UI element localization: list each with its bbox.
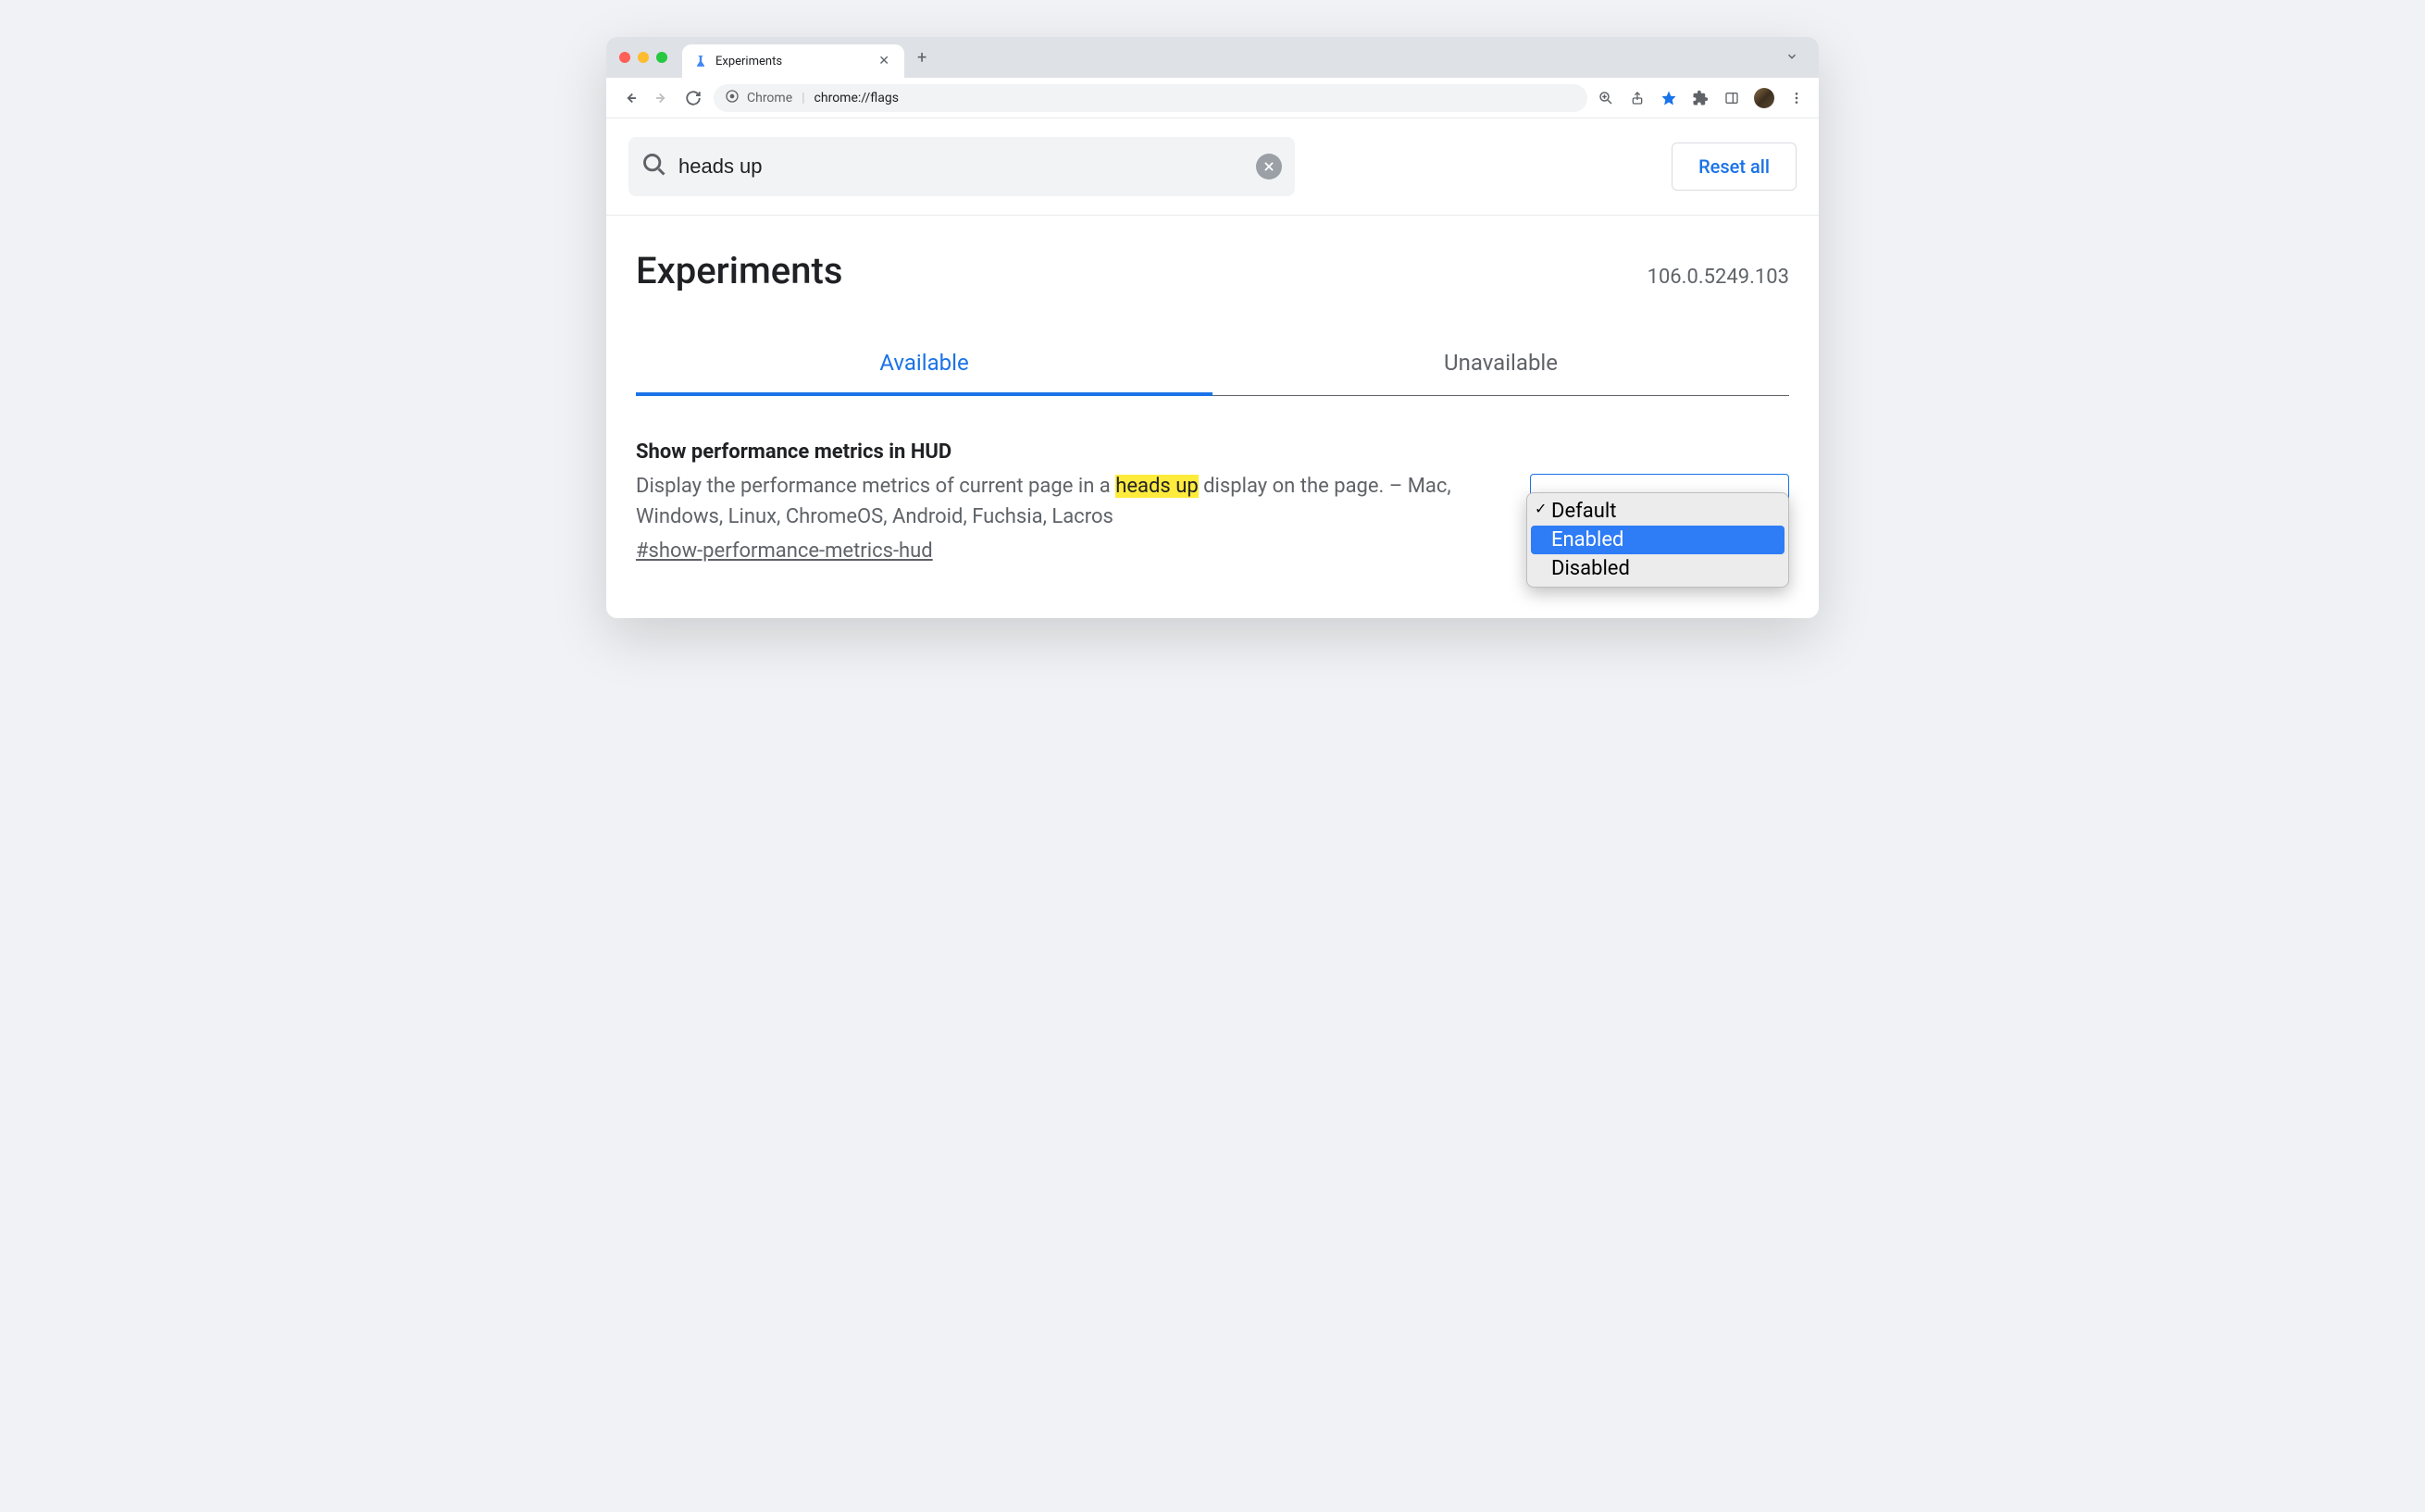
dropdown-option-default-label: Default [1551, 500, 1616, 523]
flag-description: Display the performance metrics of curre… [636, 471, 1493, 532]
version-label: 106.0.5249.103 [1648, 266, 1789, 289]
flask-icon [693, 54, 708, 68]
dropdown-menu: Default Enabled Disabled [1526, 492, 1789, 588]
new-tab-button[interactable]: + [912, 43, 932, 73]
reload-button[interactable] [682, 87, 704, 109]
chrome-icon [725, 89, 740, 107]
flag-desc-highlight: heads up [1115, 475, 1198, 498]
search-input[interactable] [678, 155, 1245, 179]
flag-item: Show performance metrics in HUD Display … [636, 440, 1789, 563]
tab-unavailable-label: Unavailable [1444, 350, 1558, 376]
search-box[interactable] [628, 137, 1295, 196]
flag-control: Default Enabled Disabled [1530, 440, 1789, 563]
omnibox-chrome-label: Chrome [747, 91, 792, 105]
page-title: Experiments [636, 249, 842, 292]
dropdown-option-enabled-label: Enabled [1551, 528, 1623, 552]
menu-dots-icon[interactable] [1787, 89, 1806, 107]
minimize-window-button[interactable] [638, 52, 649, 63]
tab-unavailable[interactable]: Unavailable [1212, 337, 1789, 395]
flag-title: Show performance metrics in HUD [636, 440, 1493, 464]
extensions-icon[interactable] [1691, 89, 1710, 107]
flag-text: Show performance metrics in HUD Display … [636, 440, 1493, 563]
omnibox-separator: | [800, 91, 806, 105]
tab-title: Experiments [715, 55, 867, 68]
dropdown-option-disabled-label: Disabled [1551, 557, 1630, 580]
toolbar: Chrome | chrome://flags [606, 78, 1819, 118]
page-body: Experiments 106.0.5249.103 Available Una… [606, 216, 1819, 618]
browser-window: Experiments ✕ + Chrome | chrome://flags [606, 37, 1819, 618]
tab-strip: Experiments ✕ + [606, 37, 1819, 78]
flag-desc-pre: Display the performance metrics of curre… [636, 475, 1115, 498]
toolbar-actions [1597, 88, 1806, 108]
back-button[interactable] [619, 87, 641, 109]
close-window-button[interactable] [619, 52, 630, 63]
dropdown-option-enabled[interactable]: Enabled [1531, 526, 1785, 554]
omnibox-url: chrome://flags [815, 91, 899, 105]
header-row: Experiments 106.0.5249.103 [636, 249, 1789, 292]
reset-all-label: Reset all [1698, 155, 1770, 178]
dropdown-option-disabled[interactable]: Disabled [1531, 554, 1785, 583]
tabs-row: Available Unavailable [636, 337, 1789, 396]
dropdown-option-default[interactable]: Default [1531, 497, 1785, 526]
zoom-icon[interactable] [1597, 89, 1615, 107]
flag-anchor-link[interactable]: #show-performance-metrics-hud [636, 539, 933, 563]
page-content: Reset all Experiments 106.0.5249.103 Ava… [606, 118, 1819, 618]
forward-button[interactable] [651, 87, 673, 109]
profile-avatar[interactable] [1754, 88, 1774, 108]
maximize-window-button[interactable] [656, 52, 667, 63]
bookmark-star-icon[interactable] [1660, 89, 1678, 107]
address-bar[interactable]: Chrome | chrome://flags [714, 84, 1587, 112]
search-icon [641, 152, 667, 181]
clear-search-button[interactable] [1256, 154, 1282, 180]
page-header-bar: Reset all [606, 118, 1819, 216]
close-tab-button[interactable]: ✕ [875, 54, 893, 68]
tab-available-label: Available [879, 350, 968, 376]
reset-all-button[interactable]: Reset all [1672, 143, 1797, 191]
chevron-down-icon[interactable] [1778, 45, 1806, 70]
browser-tab[interactable]: Experiments ✕ [682, 44, 904, 78]
tab-available[interactable]: Available [636, 337, 1212, 396]
sidepanel-icon[interactable] [1722, 89, 1741, 107]
window-controls [619, 52, 667, 63]
share-icon[interactable] [1628, 89, 1647, 107]
